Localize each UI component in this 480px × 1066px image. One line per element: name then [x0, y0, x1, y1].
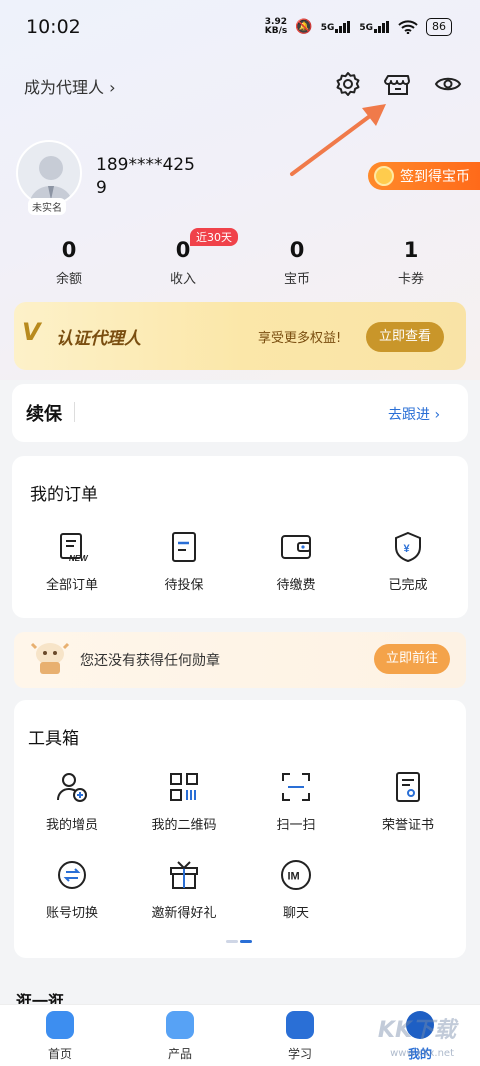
svg-text:¥: ¥ — [404, 543, 411, 555]
stat-coins[interactable]: 0 宝币 — [240, 238, 354, 287]
view-now-button[interactable]: 立即查看 — [366, 322, 444, 352]
stat-coupons[interactable]: 1 卡券 — [354, 238, 468, 287]
clipboard-new-icon: NEW — [55, 530, 89, 564]
stat-balance[interactable]: 0 余额 — [12, 238, 126, 287]
tab-products[interactable]: 产品 — [140, 1011, 220, 1062]
tool-certificate[interactable]: 荣誉证书 — [366, 770, 450, 833]
orders-title: 我的订单 — [30, 485, 98, 505]
page-dot — [226, 940, 238, 943]
qrcode-icon — [167, 770, 201, 804]
svg-text:IM: IM — [288, 871, 300, 883]
svg-text:NEW: NEW — [69, 554, 89, 563]
status-icons: 3.92 KB/s 🔕 5G 5G 86 — [265, 18, 452, 36]
add-user-icon — [55, 770, 89, 804]
graduation-cap-icon — [286, 1011, 314, 1039]
coin-icon — [374, 166, 394, 186]
status-time: 10:02 — [26, 16, 81, 38]
unverified-badge[interactable]: 未实名 — [28, 198, 66, 215]
mascot-icon — [28, 638, 72, 678]
renewal-title: 续保 — [26, 404, 62, 425]
order-pending-payment[interactable]: 待缴费 — [254, 530, 338, 593]
eye-icon[interactable] — [434, 70, 462, 98]
follow-up-link[interactable]: 去跟进 › — [388, 404, 440, 424]
switch-icon — [55, 858, 89, 892]
sim1-signal: 5G — [321, 21, 352, 33]
sim2-signal: 5G — [359, 21, 390, 33]
tab-home[interactable]: 首页 — [20, 1011, 100, 1062]
page-dot-active — [240, 940, 252, 943]
watermark-logo: KK下载 — [377, 1018, 456, 1043]
tool-chat[interactable]: IM 聊天 — [254, 858, 338, 921]
mute-icon: 🔕 — [295, 19, 313, 35]
order-completed[interactable]: ¥ 已完成 — [366, 530, 450, 593]
tool-switch-account[interactable]: 账号切换 — [30, 858, 114, 921]
vip-subtitle: 享受更多权益! — [258, 331, 342, 346]
divider — [74, 402, 75, 422]
shopping-bag-icon — [166, 1011, 194, 1039]
store-icon[interactable] — [384, 70, 412, 98]
watermark-url: www.kkx.net — [390, 1048, 454, 1059]
stats-row: 0 余额 0 收入 0 宝币 1 卡券 — [12, 238, 468, 287]
avatar[interactable] — [16, 140, 82, 206]
vip-title: 认证代理人 — [56, 329, 141, 349]
status-bar: 10:02 3.92 KB/s 🔕 5G 5G 86 — [0, 0, 480, 56]
income-period-tag: 近30天 — [190, 228, 238, 246]
home-icon — [46, 1011, 74, 1039]
tool-invite-gift[interactable]: 邀新得好礼 — [142, 858, 226, 921]
page-indicator — [226, 940, 252, 943]
signin-coin-button[interactable]: 签到得宝币 — [368, 162, 480, 190]
toolbox-title: 工具箱 — [28, 729, 79, 749]
vip-logo-icon: V — [22, 318, 41, 346]
tool-my-qrcode[interactable]: 我的二维码 — [142, 770, 226, 833]
gift-icon — [167, 858, 201, 892]
signin-label: 签到得宝币 — [400, 169, 470, 185]
shield-yuan-icon: ¥ — [391, 530, 425, 564]
tool-add-member[interactable]: 我的增员 — [30, 770, 114, 833]
phone-number: 189****4259 — [96, 155, 195, 198]
tab-learn[interactable]: 学习 — [260, 1011, 340, 1062]
scan-icon — [279, 770, 313, 804]
medal-text: 您还没有获得任何勋章 — [80, 653, 220, 669]
wifi-icon — [398, 20, 418, 34]
battery-indicator: 86 — [426, 18, 452, 36]
go-now-button[interactable]: 立即前往 — [374, 644, 450, 674]
settings-gear-icon[interactable] — [334, 70, 362, 98]
chat-icon: IM — [279, 858, 313, 892]
wallet-icon — [279, 530, 313, 564]
order-all[interactable]: NEW 全部订单 — [30, 530, 114, 593]
document-icon — [167, 530, 201, 564]
certificate-icon — [391, 770, 425, 804]
become-agent-link[interactable]: 成为代理人 › — [24, 74, 116, 98]
tool-scan[interactable]: 扫一扫 — [254, 770, 338, 833]
net-speed: 3.92 KB/s — [264, 17, 288, 36]
order-pending-insure[interactable]: 待投保 — [142, 530, 226, 593]
